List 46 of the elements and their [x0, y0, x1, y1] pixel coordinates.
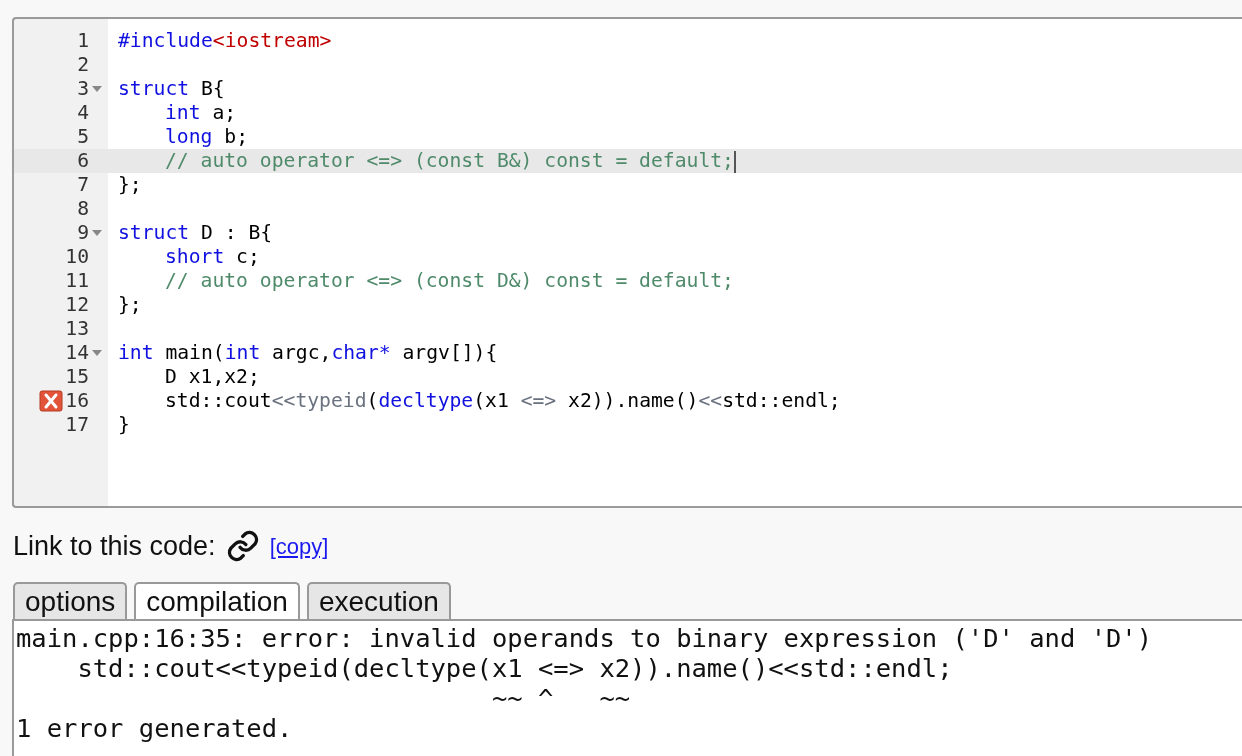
line-number: 10 — [65, 245, 89, 269]
line-number: 6 — [77, 149, 89, 173]
line-number: 5 — [77, 125, 89, 149]
link-icon — [225, 529, 260, 564]
output-line: std::cout<<typeid(decltype(x1 <=> x2)).name()<<std::endl; — [76, 652, 954, 683]
line-number: 4 — [77, 101, 89, 125]
line-number: 14 — [65, 341, 89, 365]
output-line: ~~ ^ ~~ — [490, 682, 632, 713]
code-line: int a; — [164, 101, 238, 125]
line-number: 2 — [77, 53, 89, 77]
fold-arrow-icon[interactable] — [91, 349, 102, 357]
line-number: 9 — [77, 221, 89, 245]
code-line: D x1,x2; — [164, 365, 261, 389]
line-number: 1 — [77, 29, 89, 53]
code-line: } — [117, 413, 131, 437]
line-number: 15 — [65, 365, 89, 389]
link-label: Link to this code: — [13, 530, 216, 563]
code-line: #include<iostream> — [117, 29, 333, 53]
tab[interactable]: compilation — [134, 581, 300, 619]
code-line: int main(int argc,char* argv[]){ — [117, 341, 499, 365]
fold-arrow-icon[interactable] — [91, 229, 102, 237]
code-line: // auto operator <=> (const D&) const = default; — [164, 269, 735, 293]
output-line: 1 error generated. — [16, 712, 294, 743]
code-line: long b; — [164, 125, 249, 149]
code-line: struct B{ — [117, 77, 226, 101]
code-line: struct D : B{ — [117, 221, 274, 245]
text-cursor — [733, 150, 736, 173]
copy-link[interactable]: [copy] — [269, 529, 329, 563]
line-number: 8 — [77, 197, 89, 221]
tab[interactable]: execution — [306, 581, 451, 619]
code-line: // auto operator <=> (const B&) const = default; — [164, 149, 737, 173]
line-number: 7 — [77, 173, 89, 197]
code-line: }; — [117, 293, 143, 317]
line-number: 12 — [65, 293, 89, 317]
code-editor[interactable] — [12, 17, 1242, 508]
tab[interactable]: options — [13, 581, 128, 619]
code-line: }; — [117, 173, 143, 197]
line-number: 13 — [65, 317, 89, 341]
code-line: std::cout<<typeid(decltype(x1 <=> x2)).name()<<std::endl; — [164, 389, 842, 413]
line-number: 16 — [65, 389, 89, 413]
line-number: 11 — [65, 269, 89, 293]
output-line: main.cpp:16:35: error: invalid operands to binary expression ('D' and 'D') — [16, 622, 1154, 653]
line-number: 3 — [77, 77, 89, 101]
code-line: short c; — [164, 245, 261, 269]
fold-arrow-icon[interactable] — [91, 85, 102, 93]
line-number: 17 — [65, 413, 89, 437]
